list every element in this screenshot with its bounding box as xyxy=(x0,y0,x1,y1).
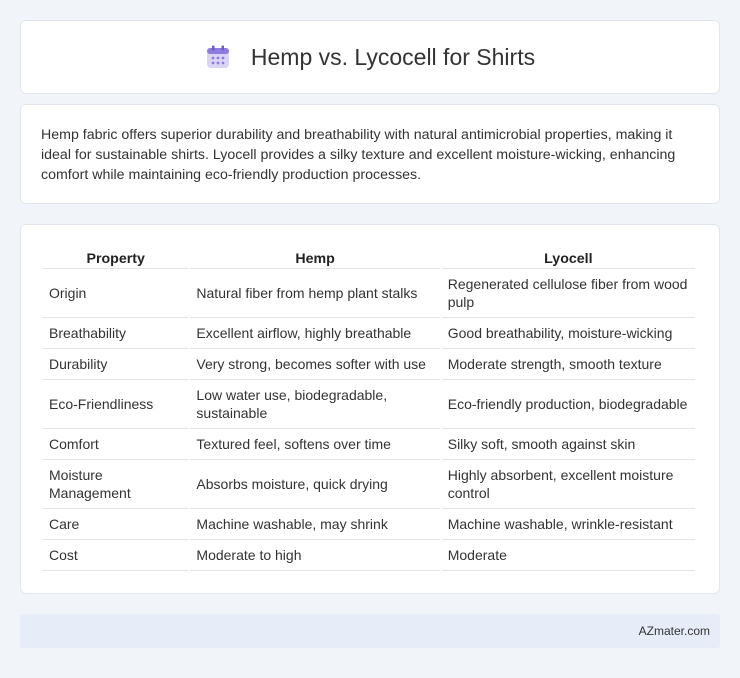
table-row: Care Machine washable, may shrink Machin… xyxy=(43,509,695,540)
cell-hemp: Very strong, becomes softer with use xyxy=(190,349,440,380)
cell-hemp: Moderate to high xyxy=(190,540,440,571)
cell-lyocell: Moderate xyxy=(441,540,695,571)
cell-property: Comfort xyxy=(43,429,189,460)
cell-lyocell: Silky soft, smooth against skin xyxy=(441,429,695,460)
table-header-row: Property Hemp Lyocell xyxy=(43,245,695,269)
table-row: Eco-Friendliness Low water use, biodegra… xyxy=(43,380,695,429)
table-row: Comfort Textured feel, softens over time… xyxy=(43,429,695,460)
cell-lyocell: Regenerated cellulose fiber from wood pu… xyxy=(441,269,695,318)
comparison-table: Property Hemp Lyocell Origin Natural fib… xyxy=(41,245,697,571)
table-row: Durability Very strong, becomes softer w… xyxy=(43,349,695,380)
cell-hemp: Absorbs moisture, quick drying xyxy=(190,460,440,509)
page-title: Hemp vs. Lycocell for Shirts xyxy=(250,43,536,70)
cell-property: Cost xyxy=(43,540,189,571)
cell-hemp: Machine washable, may shrink xyxy=(190,509,440,540)
header-hemp: Hemp xyxy=(190,245,440,269)
cell-property: Moisture Management xyxy=(43,460,189,509)
cell-property: Breathability xyxy=(43,318,189,349)
header-lyocell: Lyocell xyxy=(441,245,695,269)
cell-property: Durability xyxy=(43,349,189,380)
table-row: Moisture Management Absorbs moisture, qu… xyxy=(43,460,695,509)
cell-hemp: Excellent airflow, highly breathable xyxy=(190,318,440,349)
cell-lyocell: Highly absorbent, excellent moisture con… xyxy=(441,460,695,509)
cell-hemp: Natural fiber from hemp plant stalks xyxy=(190,269,440,318)
cell-hemp: Low water use, biodegradable, sustainabl… xyxy=(190,380,440,429)
cell-property: Eco-Friendliness xyxy=(43,380,189,429)
cell-lyocell: Eco-friendly production, biodegradable xyxy=(441,380,695,429)
table-row: Origin Natural fiber from hemp plant sta… xyxy=(43,269,695,318)
intro-text: Hemp fabric offers superior durability a… xyxy=(41,127,676,183)
cell-property: Care xyxy=(43,509,189,540)
intro-card: Hemp fabric offers superior durability a… xyxy=(20,104,720,204)
footer-brand-link[interactable]: AZmater.com xyxy=(639,624,710,638)
table-row: Cost Moderate to high Moderate xyxy=(43,540,695,571)
cell-lyocell: Moderate strength, smooth texture xyxy=(441,349,695,380)
title-card: Hemp vs. Lycocell for Shirts xyxy=(20,20,720,94)
cell-lyocell: Good breathability, moisture-wicking xyxy=(441,318,695,349)
comparison-card: Property Hemp Lyocell Origin Natural fib… xyxy=(20,224,720,594)
cell-lyocell: Machine washable, wrinkle-resistant xyxy=(441,509,695,540)
cell-property: Origin xyxy=(43,269,189,318)
header-property: Property xyxy=(43,245,189,269)
footer: AZmater.com xyxy=(20,614,720,648)
cell-hemp: Textured feel, softens over time xyxy=(190,429,440,460)
table-row: Breathability Excellent airflow, highly … xyxy=(43,318,695,349)
calendar-icon xyxy=(205,44,231,70)
